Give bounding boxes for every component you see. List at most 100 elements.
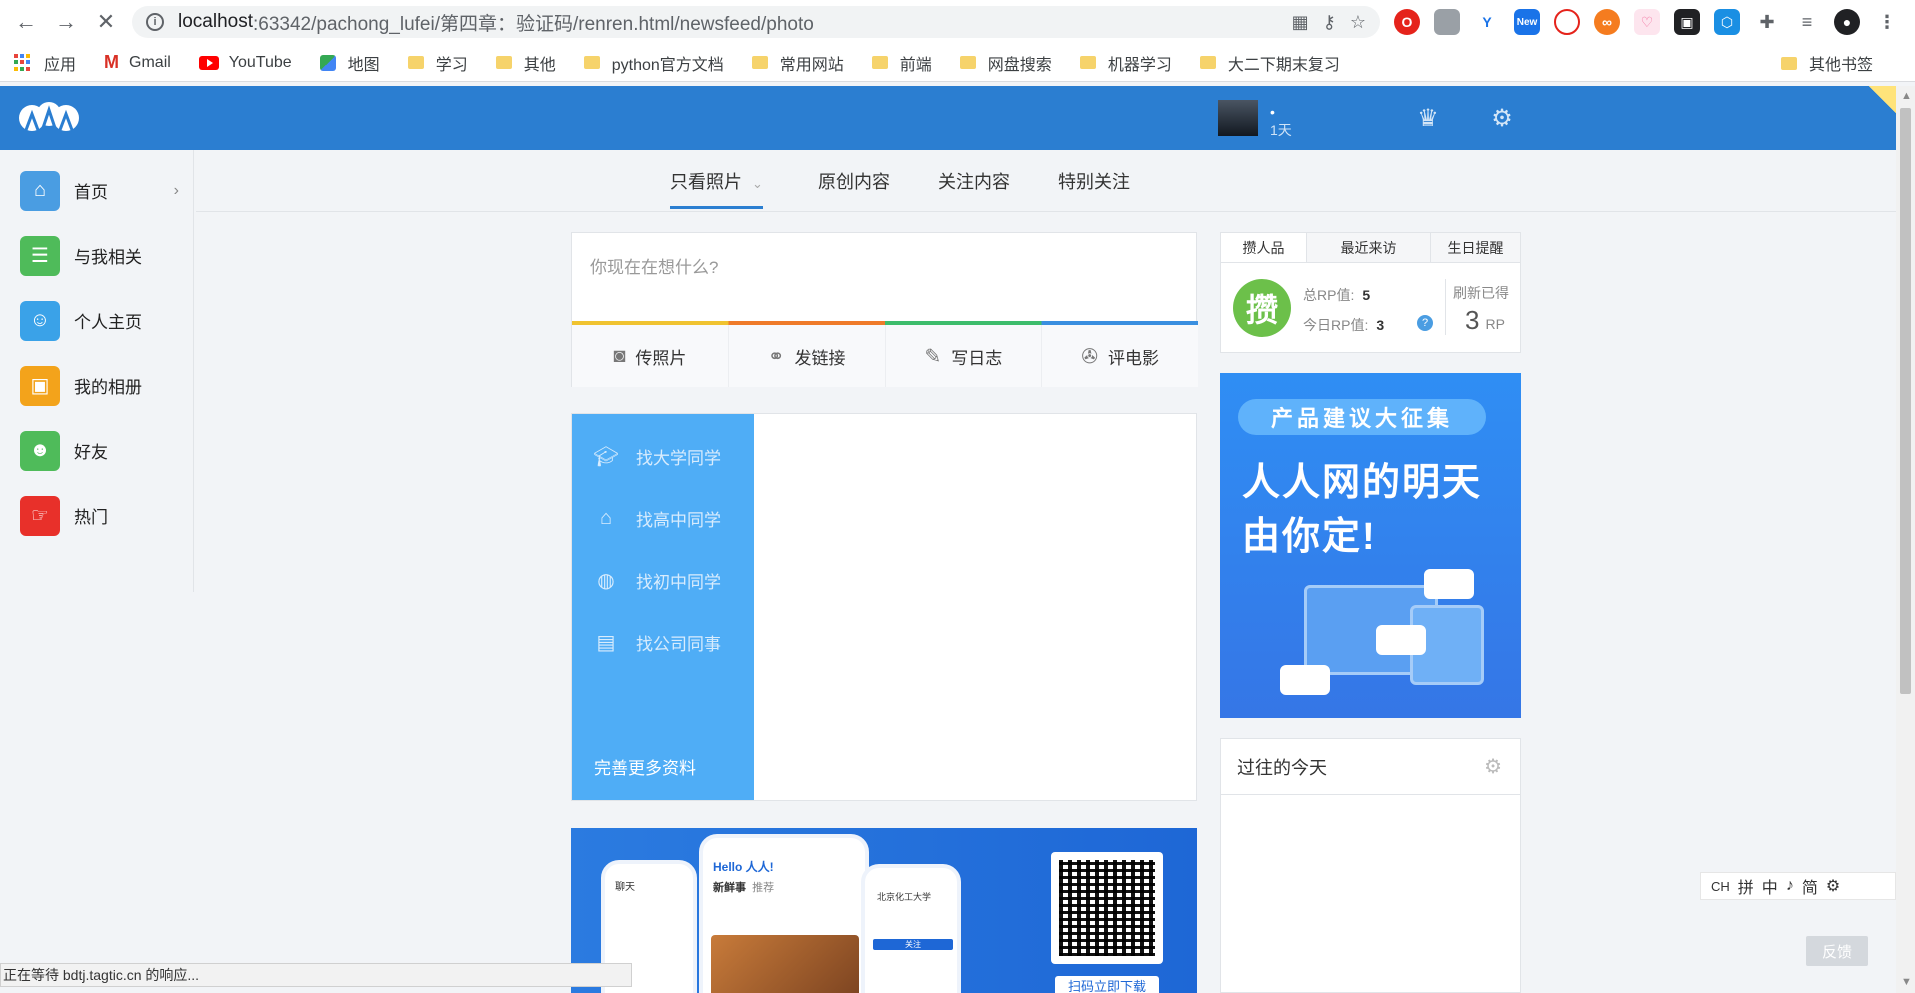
find-colleagues[interactable]: ▤ 找公司同事 [592,630,721,655]
ime-chinese-mode[interactable]: 中 [1762,874,1778,898]
find-middleschool-classmates[interactable]: ◍ 找初中同学 [592,568,721,593]
ime-settings-icon[interactable]: ⚙ [1826,876,1840,896]
user-name[interactable]: • [1270,104,1275,120]
tab-photos-only[interactable]: 只看照片 ⌄ [670,168,763,209]
star-icon[interactable]: ☆ [1350,12,1366,33]
new-extension-icon[interactable]: New [1514,9,1540,35]
find-college-classmates[interactable]: 🎓︎ 找大学同学 [592,444,721,469]
infinity-extension-icon[interactable]: ∞ [1594,9,1620,35]
forward-icon[interactable]: → [48,4,84,40]
ime-toolbar: CH 拼 中 ♪ 简 ⚙ [1700,872,1896,900]
record-extension-icon[interactable] [1554,9,1580,35]
gear-icon[interactable]: ⚙ [1484,754,1502,779]
status-input[interactable]: 你现在在想什么? [590,253,718,278]
camera-icon: ◙ [613,344,626,367]
tab-birthday-reminder[interactable]: 生日提醒 [1431,233,1520,262]
hot-icon: ☞ [20,495,60,536]
review-movie-button[interactable]: ✇ 评电影 [1042,325,1198,387]
find-highschool-classmates[interactable]: ⌂ 找高中同学 [592,506,721,531]
avatar[interactable] [1218,100,1258,136]
tab-recent-visitors[interactable]: 最近来访 [1307,233,1431,262]
write-blog-button[interactable]: ✎ 写日志 [886,325,1043,387]
ime-lang-toggle[interactable]: CH [1711,879,1730,894]
renren-logo[interactable] [18,100,80,136]
tab-earn-rp[interactable]: 攒人品 [1221,233,1307,262]
share-link-button[interactable]: ⚭ 发链接 [729,325,886,387]
tab-special[interactable]: 特别关注 [1058,168,1130,194]
ime-pinyin-icon[interactable]: 拼 [1738,874,1754,898]
y-extension-icon[interactable]: Y [1474,9,1500,35]
sidebar-item-home[interactable]: ⌂ 首页 › [0,158,193,223]
tab-following[interactable]: 关注内容 [938,168,1010,194]
bookmark-apps[interactable]: 应用 [14,51,76,75]
user-list-icon: ☰ [20,235,60,276]
youtube-icon [198,55,219,70]
sidebar-item-hot[interactable]: ☞ 热门 [0,483,193,548]
extension-badge-icon[interactable] [1434,9,1460,35]
translate-icon[interactable]: ▦ [1292,12,1309,33]
scroll-up-icon[interactable]: ▲ [1901,90,1912,102]
ime-punctuation-icon[interactable]: ♪ [1786,877,1794,895]
phone-greeting: Hello 人人! [713,860,774,874]
upload-photo-button[interactable]: ◙ 传照片 [572,325,729,387]
sidebar-item-albums[interactable]: ▣ 我的相册 [0,353,193,418]
bookmark-gmail[interactable]: M Gmail [104,52,171,73]
profile-avatar[interactable]: ● [1834,9,1860,35]
other-bookmarks[interactable]: 其他书签 [1780,44,1873,82]
folder-icon [871,56,888,69]
finder-label: 找初中同学 [636,573,721,592]
grid-extension-icon[interactable]: ▣ [1674,9,1700,35]
bookmark-folder[interactable]: 常用网站 [751,51,844,75]
sidebar-item-related[interactable]: ☰ 与我相关 [0,223,193,288]
bookmark-maps[interactable]: 地图 [319,51,380,75]
finder-label: 找公司同事 [636,635,721,654]
key-icon[interactable]: ⚷ [1323,12,1336,33]
bookmark-folder[interactable]: python官方文档 [583,51,724,75]
scroll-thumb[interactable] [1900,108,1911,694]
stop-loading-icon[interactable]: ✕ [88,4,124,40]
bookmark-folder[interactable]: 网盘搜索 [959,51,1052,75]
sidebar-item-profile[interactable]: ☺ 个人主页 [0,288,193,353]
feedback-promo-banner[interactable]: 产品建议大征集 人人网的明天 由你定! [1220,373,1521,718]
help-icon[interactable]: ? [1417,315,1433,331]
qr-download-label[interactable]: 扫码立即下载 [1055,976,1159,993]
bookmark-folder[interactable]: 前端 [871,51,932,75]
hex-extension-icon[interactable]: ⬡ [1714,9,1740,35]
bookmark-folder[interactable]: 机器学习 [1079,51,1172,75]
refresh-label: 刷新已得 [1453,285,1509,301]
url-bar[interactable]: i localhost:63342/pachong_lufei/第四章：验证码/… [132,6,1380,38]
corner-ribbon[interactable] [1862,86,1896,120]
scrollbar[interactable]: ▲ ▼ [1896,86,1915,993]
earn-rp-button[interactable]: 攒 [1233,279,1291,337]
bow-extension-icon[interactable]: ♡ [1634,9,1660,35]
sidebar-item-friends[interactable]: ☻ 好友 [0,418,193,483]
left-sidebar: ⌂ 首页 › ☰ 与我相关 ☺ 个人主页 ▣ 我的相册 ☻ 好友 ☞ 热门 [0,150,194,592]
scroll-down-icon[interactable]: ▼ [1901,976,1912,988]
back-icon[interactable]: ← [8,4,44,40]
action-label: 写日志 [951,348,1003,368]
site-info-icon[interactable]: i [146,13,164,31]
friends-icon: ☻ [20,430,60,471]
finder-menu: 🎓︎ 找大学同学 ⌂ 找高中同学 ◍ 找初中同学 ▤ 找公司同事 完善更多资料 [572,414,754,800]
complete-profile-link[interactable]: 完善更多资料 [594,754,696,779]
opera-extension-icon[interactable]: O [1394,9,1420,35]
playlist-icon[interactable]: ≡ [1794,9,1820,35]
crown-icon[interactable]: ♛ [1414,104,1442,132]
friend-finder-card: 🎓︎ 找大学同学 ⌂ 找高中同学 ◍ 找初中同学 ▤ 找公司同事 完善更多资料 [571,413,1197,801]
divider [1445,279,1446,335]
album-icon: ▣ [20,365,60,406]
ime-simplified-toggle[interactable]: 简 [1802,874,1818,898]
puzzle-icon[interactable]: ✚ [1754,9,1780,35]
app-download-banner[interactable]: 聊天 Hello 人人! 新鲜事 推荐 北京化工大学 关注 扫码立即下载 [571,828,1197,993]
speech-card-illustration [1376,625,1426,655]
bookmark-youtube[interactable]: YouTube [198,54,292,72]
feedback-button[interactable]: 反馈 [1806,936,1868,966]
history-title-label: 过往的今天 [1237,757,1327,778]
bookmark-folder[interactable]: 其他 [495,51,556,75]
bookmark-folder[interactable]: 学习 [407,51,468,75]
bookmark-folder[interactable]: 大二下期末复习 [1199,51,1340,75]
gear-icon[interactable]: ⚙ [1488,104,1516,132]
phone-mockup-right: 北京化工大学 关注 [861,864,961,993]
menu-icon[interactable]: ⋮ [1874,9,1900,35]
tab-original[interactable]: 原创内容 [818,168,890,194]
